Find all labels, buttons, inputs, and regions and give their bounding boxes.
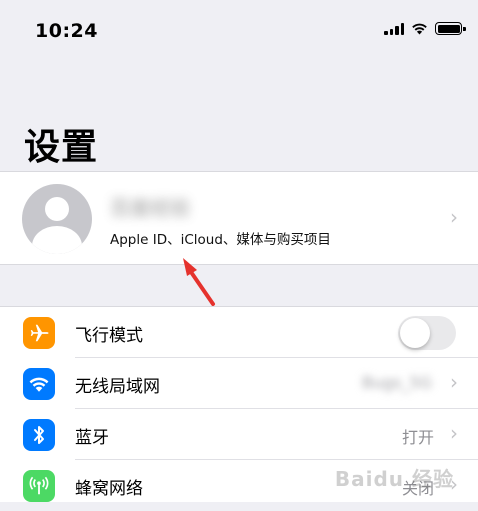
status-bar: 10:24	[0, 0, 478, 64]
chevron-right-icon: ›	[450, 421, 458, 445]
airplane-mode-label: 飞行模式	[75, 326, 143, 346]
bluetooth-value: 打开	[401, 428, 434, 447]
wifi-label: 无线局域网	[75, 377, 160, 397]
chevron-right-icon: ›	[450, 205, 458, 229]
page-title: 设置	[24, 127, 99, 168]
cellular-label: 蜂窝网络	[75, 479, 143, 499]
cellular-signal-icon	[384, 22, 404, 35]
account-name: 百度经验	[110, 196, 190, 220]
bluetooth-label: 蓝牙	[75, 428, 109, 448]
status-time: 10:24	[35, 20, 98, 42]
wifi-icon	[23, 368, 55, 400]
status-icons	[384, 22, 466, 35]
battery-icon	[435, 22, 466, 35]
airplane-mode-toggle[interactable]	[398, 316, 456, 350]
settings-row-bluetooth[interactable]: 蓝牙 打开 ›	[0, 409, 478, 460]
avatar	[22, 184, 92, 254]
settings-row-wifi[interactable]: 无线局域网 Bugs_5G ›	[0, 358, 478, 409]
airplane-icon	[23, 317, 55, 349]
bluetooth-icon	[23, 419, 55, 451]
apple-id-account-row[interactable]: 百度经验 Apple ID、iCloud、媒体与购买项目 ›	[0, 171, 478, 265]
watermark: Baidu 经验	[334, 467, 454, 491]
cellular-icon	[23, 470, 55, 502]
wifi-icon	[412, 23, 427, 35]
account-subtitle: Apple ID、iCloud、媒体与购买项目	[110, 232, 331, 248]
settings-row-airplane-mode[interactable]: 飞行模式	[0, 307, 478, 358]
chevron-right-icon: ›	[450, 370, 458, 394]
wifi-network-value: Bugs_5G	[361, 373, 432, 392]
